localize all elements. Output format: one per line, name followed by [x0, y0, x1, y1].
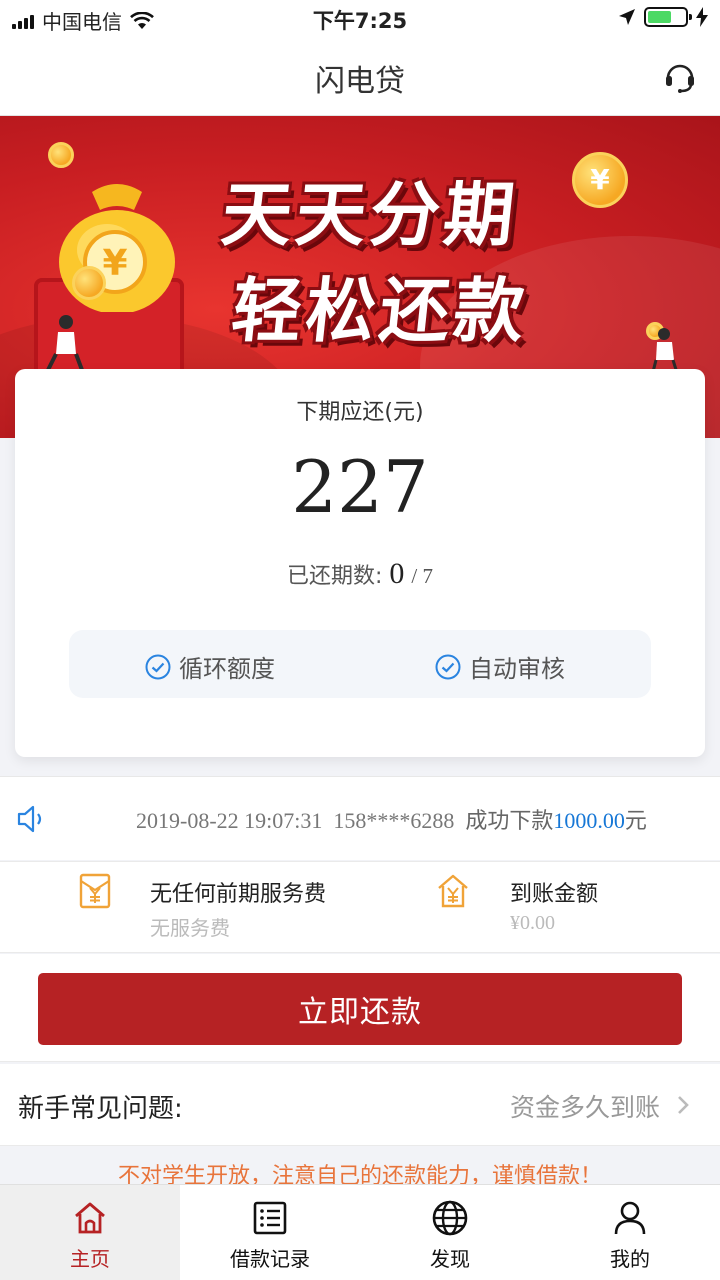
home-icon: [75, 1202, 105, 1234]
page-title: 闪电贷: [315, 64, 405, 99]
check-circle-icon: [435, 654, 461, 679]
coin-icon: [72, 266, 106, 300]
tab-mine[interactable]: 我的: [540, 1185, 720, 1280]
ticker-message: 2019-08-22 19:07:31 158****6288 成功下款1000…: [136, 803, 647, 835]
next-payment-label: 下期应还(元): [296, 400, 424, 425]
feature-revolving-credit: 循环额度: [145, 649, 275, 684]
coin-icon: ¥: [572, 152, 628, 208]
location-arrow-icon: [619, 9, 635, 25]
ticker-datetime: 2019-08-22 19:07:31: [136, 808, 323, 833]
tab-label: 我的: [610, 1247, 650, 1271]
paid-periods: 已还期数: 0 / 7: [15, 557, 705, 591]
tab-label: 主页: [70, 1247, 110, 1271]
money-bag-icon: ¥: [59, 184, 175, 312]
faq-row[interactable]: 新手常见问题: 资金多久到账: [0, 1064, 720, 1146]
faq-label: 新手常见问题:: [18, 1094, 183, 1124]
globe-icon: [432, 1200, 468, 1236]
feature-strip: 循环额度 自动审核: [69, 630, 651, 698]
battery-icon: [644, 7, 692, 27]
repay-now-button[interactable]: 立即还款: [38, 973, 682, 1045]
person-illustration: [46, 315, 84, 371]
charging-bolt-icon: [696, 7, 708, 27]
tab-home[interactable]: 主页: [0, 1185, 180, 1280]
chevron-right-icon: [678, 1096, 689, 1114]
info-row: 无任何前期服务费 无服务费 到账金额 ¥0.00: [0, 861, 720, 953]
speaker-icon: [17, 805, 42, 833]
person-icon: [614, 1201, 646, 1235]
faq-question-link[interactable]: 资金多久到账: [510, 1088, 660, 1124]
tab-discover[interactable]: 发现: [360, 1185, 540, 1280]
tab-label: 借款记录: [230, 1247, 310, 1271]
clock: 下午7:25: [312, 9, 408, 33]
arrival-amount: ¥0.00: [510, 912, 555, 934]
fee-info: 无任何前期服务费 无服务费: [150, 876, 326, 941]
coin-icon: [48, 142, 74, 168]
fee-envelope-icon: [79, 873, 111, 909]
banner-headline-2: 轻松还款: [227, 270, 533, 352]
customer-service-icon[interactable]: [662, 58, 698, 94]
total-periods: / 7: [411, 564, 433, 588]
feature-auto-review: 自动审核: [435, 649, 565, 684]
ticker-amount: 1000.00: [553, 808, 625, 833]
banner-headline-1: 天天分期: [217, 174, 523, 256]
tab-loan-records[interactable]: 借款记录: [180, 1185, 360, 1280]
ticker-phone: 158****6288: [333, 808, 455, 833]
check-circle-icon: [145, 654, 171, 679]
loan-ticker: 2019-08-22 19:07:31 158****6288 成功下款1000…: [0, 776, 720, 860]
tab-label: 发现: [430, 1247, 470, 1271]
feature-label: 循环额度: [179, 655, 275, 683]
list-icon: [253, 1201, 287, 1235]
bottom-tab-bar: 主页 借款记录 发现 我的: [0, 1184, 720, 1280]
fee-title: 无任何前期服务费: [150, 882, 327, 907]
nav-header: 闪电贷: [0, 38, 720, 116]
arrival-info: 到账金额 ¥0.00: [510, 876, 598, 935]
next-payment-amount: 227: [291, 445, 429, 529]
arrival-title: 到账金额: [510, 882, 599, 907]
house-yen-icon: [438, 874, 468, 908]
repayment-card: 下期应还(元) 227 已还期数: 0 / 7 循环额度 自动审核: [15, 369, 705, 757]
svg-text:¥: ¥: [102, 243, 127, 284]
status-bar: 中国电信 下午7:25: [0, 0, 720, 38]
ticker-unit: 元: [624, 809, 647, 834]
paid-periods-count: 0: [389, 557, 405, 590]
fee-subtitle: 无服务费: [150, 916, 230, 940]
repay-button-area: 立即还款: [0, 954, 720, 1062]
feature-label: 自动审核: [469, 655, 565, 683]
paid-periods-label: 已还期数:: [286, 564, 383, 589]
ticker-action: 成功下款: [465, 809, 554, 834]
